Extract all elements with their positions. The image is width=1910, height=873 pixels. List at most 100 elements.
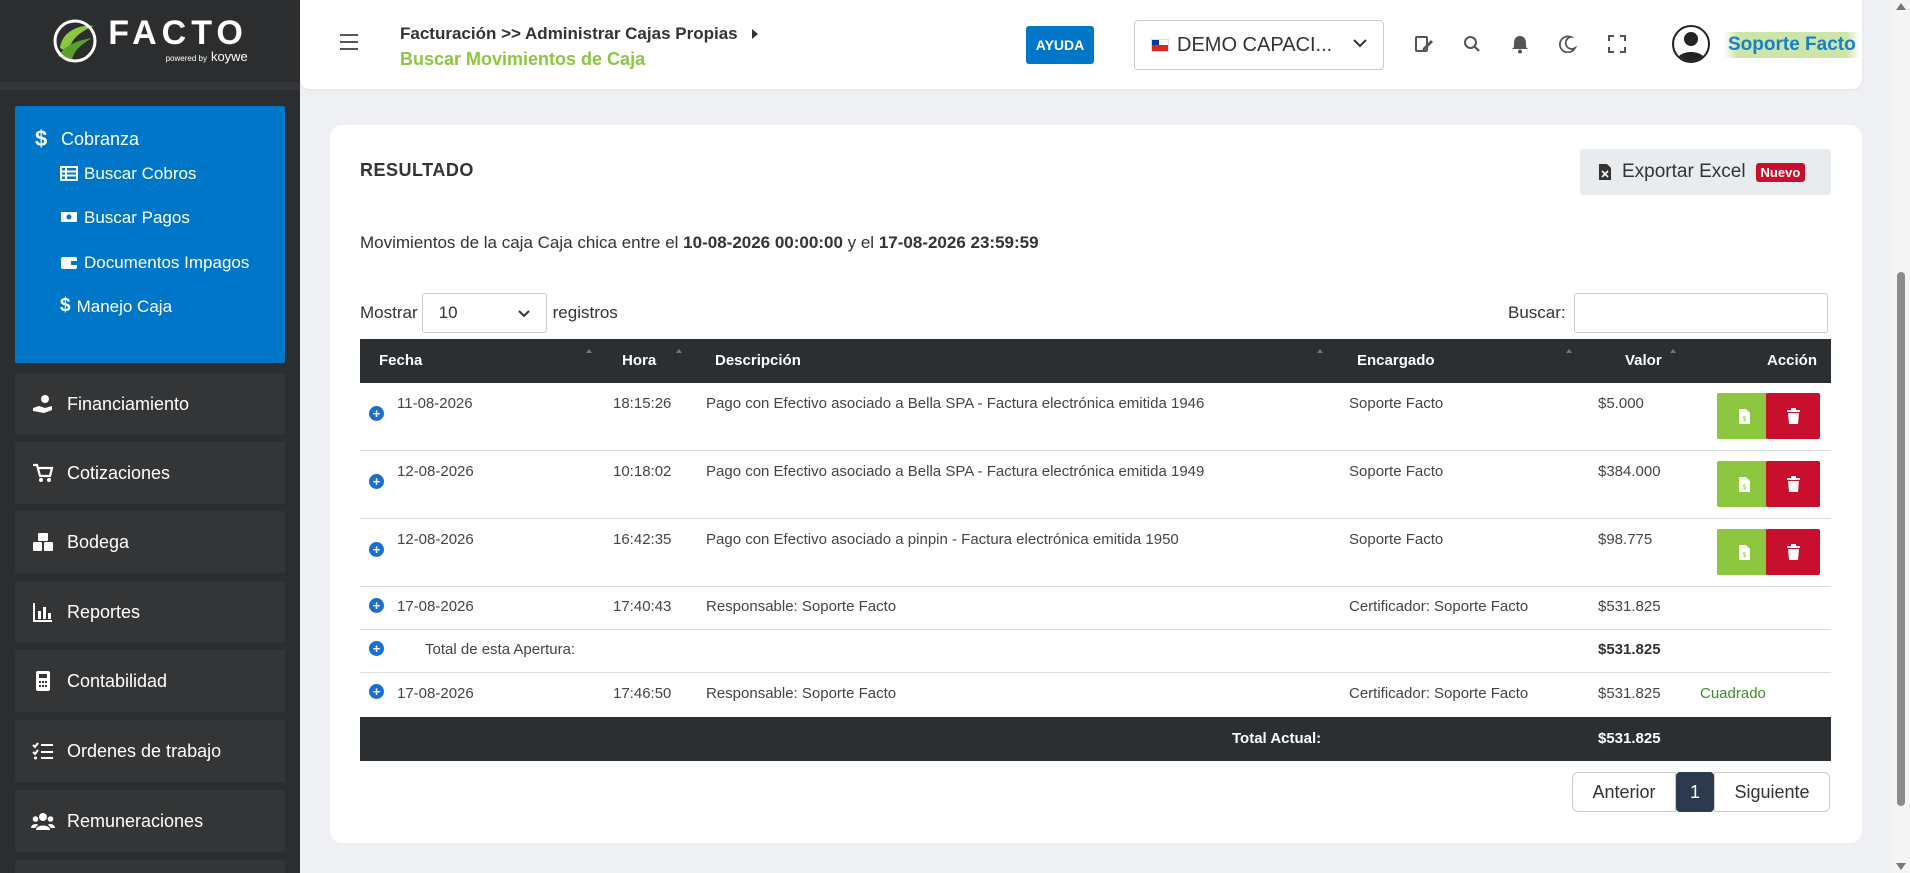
sidebar-item-label: Reportes	[67, 601, 141, 622]
table-row: + 12-08-2026 10:18:02 Pago con Efectivo …	[360, 451, 1831, 519]
sidebar-item-more[interactable]	[15, 860, 285, 873]
sidebar-item-label: Financiamiento	[67, 393, 190, 414]
chile-flag-icon	[1151, 38, 1169, 52]
sidebar-item-bodega[interactable]: Bodega	[15, 511, 285, 573]
chart-icon	[31, 600, 55, 624]
calculator-icon	[31, 669, 55, 693]
receipt-button[interactable]: $	[1717, 529, 1771, 575]
sort-icon[interactable]	[1564, 347, 1574, 357]
search-icon[interactable]	[1460, 32, 1484, 56]
cell-encargado: Soporte Facto	[1349, 395, 1444, 412]
table-row-closing: + 17-08-2026 17:46:50 Responsable: Sopor…	[360, 673, 1831, 717]
caret-right-icon	[751, 29, 758, 39]
expand-row-icon[interactable]: +	[369, 474, 384, 489]
cell-valor: $98.775	[1598, 531, 1653, 548]
expand-row-icon[interactable]: +	[369, 598, 384, 613]
cell-fecha: 17-08-2026	[397, 598, 474, 615]
date-to: 17-08-2026 23:59:59	[878, 233, 1039, 252]
card-title: RESULTADO	[360, 160, 474, 180]
sort-icon[interactable]	[1315, 347, 1325, 357]
logo-brand: koywe	[210, 49, 248, 64]
pagination-previous[interactable]: Anterior	[1572, 772, 1676, 812]
scroll-thumb[interactable]	[1897, 272, 1905, 806]
boxes-icon	[31, 530, 55, 554]
movements-info: Movimientos de la caja Caja chica entre …	[360, 233, 1039, 252]
sidebar-item-label: Bodega	[67, 531, 130, 552]
sort-icon[interactable]	[1668, 347, 1678, 357]
chevron-down-icon	[517, 310, 530, 318]
col-encargado[interactable]: Encargado	[1357, 352, 1435, 369]
cell-fecha: 11-08-2026	[397, 395, 473, 412]
sidebar-subitem-manejo-caja[interactable]: $ Manejo Caja	[15, 295, 285, 318]
sidebar-item-cobranza[interactable]: $ Cobranza	[15, 106, 285, 152]
expand-row-icon[interactable]: +	[369, 684, 384, 699]
export-excel-button[interactable]: Exportar Excel Nuevo	[1580, 149, 1831, 195]
pagination-next[interactable]: Siguiente	[1714, 772, 1830, 812]
scroll-up-icon[interactable]	[1896, 3, 1906, 10]
delete-button[interactable]	[1766, 461, 1820, 507]
total-value: $531.825	[1598, 730, 1661, 747]
page-scrollbar[interactable]	[1892, 0, 1910, 873]
table-search: Buscar:	[1508, 293, 1828, 333]
excel-file-icon	[1599, 164, 1611, 180]
cell-descripcion: Pago con Efectivo asociado a pinpin - Fa…	[706, 531, 1179, 548]
user-name[interactable]: Soporte Facto	[1724, 32, 1860, 58]
moon-icon[interactable]	[1556, 32, 1580, 56]
sidebar-item-contabilidad[interactable]: Contabilidad	[15, 650, 285, 712]
search-input[interactable]	[1573, 293, 1828, 333]
sidebar-item-financiamiento[interactable]: Financiamiento	[15, 373, 285, 435]
scroll-down-icon[interactable]	[1896, 863, 1906, 870]
date-from: 10-08-2026 00:00:00	[683, 233, 843, 252]
col-descripcion[interactable]: Descripción	[715, 352, 801, 369]
sidebar-item-ordenes-de-trabajo[interactable]: Ordenes de trabajo	[15, 720, 285, 782]
result-card: RESULTADO Exportar Excel Nuevo Movimient…	[330, 125, 1862, 843]
cell-fecha: 12-08-2026	[397, 531, 474, 548]
sort-icon[interactable]	[674, 347, 684, 357]
sort-icon[interactable]	[584, 347, 594, 357]
cell-valor: $531.825	[1598, 685, 1661, 702]
col-accion: Acción	[1767, 352, 1818, 369]
page-length-select[interactable]: 10	[421, 293, 547, 333]
subtotal-value: $531.825	[1598, 641, 1661, 658]
sidebar-item-reportes[interactable]: Reportes	[15, 581, 285, 643]
hamburger-menu-icon[interactable]	[340, 34, 358, 55]
bell-icon[interactable]	[1508, 32, 1532, 56]
total-label: Total Actual:	[1232, 730, 1322, 747]
cell-encargado: Certificador: Soporte Facto	[1349, 685, 1529, 702]
sidebar: FACTO powered by koywe $ Cobranza Buscar …	[0, 0, 300, 873]
receipt-button[interactable]: $	[1717, 393, 1771, 439]
sidebar-item-cotizaciones[interactable]: Cotizaciones	[15, 442, 285, 504]
col-valor[interactable]: Valor	[1625, 352, 1662, 369]
signature-icon[interactable]	[1412, 32, 1436, 56]
help-button[interactable]: AYUDA	[1026, 26, 1094, 64]
breadcrumb-path[interactable]: Facturación >> Administrar Cajas Propias	[400, 24, 738, 44]
pagination-page-1[interactable]: 1	[1676, 772, 1714, 812]
sidebar-item-remuneraciones[interactable]: Remuneraciones	[15, 790, 285, 852]
user-avatar[interactable]	[1672, 25, 1710, 63]
subtotal-label: Total de esta Apertura:	[425, 641, 576, 658]
delete-button[interactable]	[1766, 393, 1820, 439]
sidebar-subitem-buscar-pagos[interactable]: Buscar Pagos	[15, 206, 285, 229]
expand-row-icon[interactable]: +	[369, 641, 384, 656]
table-header: Fecha Hora Descripción Encargado Valor A…	[360, 339, 1831, 383]
sidebar-subitem-label: Buscar Cobros	[84, 164, 197, 183]
expand-row-icon[interactable]: +	[369, 406, 384, 421]
fullscreen-icon[interactable]	[1605, 32, 1629, 56]
delete-button[interactable]	[1766, 529, 1820, 575]
sidebar-subitem-documentos-impagos[interactable]: Documentos Impagos	[15, 251, 285, 274]
movements-table: Fecha Hora Descripción Encargado Valor A…	[360, 339, 1831, 761]
trash-icon	[1786, 475, 1800, 492]
table-footer: Total Actual: $531.825	[360, 717, 1831, 761]
sidebar-subitem-label: Manejo Caja	[76, 297, 173, 316]
cell-fecha: 17-08-2026	[397, 685, 474, 702]
table-row: + 11-08-2026 18:15:26 Pago con Efectivo …	[360, 383, 1831, 451]
logo[interactable]: FACTO powered by koywe	[0, 0, 300, 90]
receipt-button[interactable]: $	[1717, 461, 1771, 507]
user-icon	[1677, 32, 1705, 61]
col-hora[interactable]: Hora	[622, 352, 656, 369]
col-fecha[interactable]: Fecha	[379, 352, 422, 369]
expand-row-icon[interactable]: +	[369, 542, 384, 557]
sidebar-subitem-buscar-cobros[interactable]: Buscar Cobros	[15, 162, 285, 185]
company-select[interactable]: DEMO CAPACI...	[1134, 20, 1384, 70]
facto-logo-icon	[53, 19, 97, 63]
